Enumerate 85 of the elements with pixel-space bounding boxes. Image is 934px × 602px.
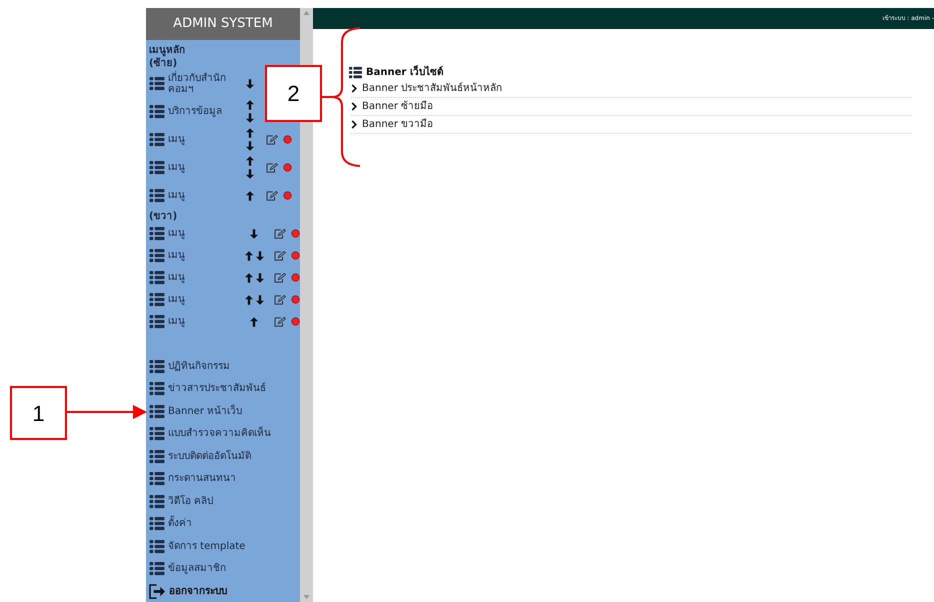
logout-icon[interactable]: [149, 584, 166, 599]
edit-icon[interactable]: [274, 294, 286, 305]
up-arrow-icon[interactable]: [250, 316, 258, 327]
menu-item[interactable]: เมนู: [168, 134, 238, 146]
menu-item[interactable]: กระดานสนทนา: [168, 471, 236, 486]
down-arrow-icon[interactable]: [246, 169, 254, 180]
list-icon: [149, 381, 165, 396]
menu-heading: เมนูหลัก: [148, 44, 186, 56]
menu-item[interactable]: ระบบติดต่ออัตโนมัติ: [168, 448, 251, 464]
menu-item[interactable]: ข้อมูลสมาชิก: [168, 561, 226, 576]
dot-icon[interactable]: [291, 273, 300, 282]
list-icon: [149, 76, 165, 92]
list-icon: [149, 292, 165, 308]
menu-item[interactable]: เมนู: [168, 250, 238, 262]
menu-item[interactable]: Banner หน้าเว็บ: [168, 404, 242, 419]
menu-item[interactable]: เมนู: [168, 190, 238, 202]
up-arrow-icon[interactable]: [244, 294, 252, 305]
list-icon: [149, 132, 165, 148]
down-arrow-icon[interactable]: [256, 272, 264, 283]
list-icon: [149, 270, 165, 286]
edit-icon[interactable]: [274, 228, 286, 239]
menu-item[interactable]: ปฏิทินกิจกรรม: [168, 358, 230, 374]
edit-icon[interactable]: [274, 272, 286, 283]
menu-item[interactable]: เมนู: [168, 294, 238, 306]
list-icon: [149, 104, 165, 120]
list-icon: [149, 426, 165, 442]
list-icon: [149, 404, 165, 419]
down-arrow-icon[interactable]: [256, 250, 264, 261]
up-arrow-icon[interactable]: [246, 190, 254, 201]
menu-item[interactable]: ตั้งค่า: [168, 516, 192, 532]
dot-icon[interactable]: [283, 163, 292, 172]
menu-item[interactable]: ข่าวสารประชาสัมพันธ์: [168, 381, 266, 396]
edit-icon[interactable]: [266, 190, 278, 201]
content-link[interactable]: Banner ประชาสัมพันธ์หน้าหลัก: [362, 81, 502, 96]
edit-icon[interactable]: [266, 134, 278, 145]
dot-icon[interactable]: [291, 251, 300, 260]
menu-item[interactable]: เมนู: [168, 272, 238, 284]
up-arrow-icon[interactable]: [246, 128, 254, 138]
up-arrow-icon[interactable]: [246, 100, 254, 110]
content-link[interactable]: Banner ซ้ายมือ: [362, 99, 434, 114]
edit-icon[interactable]: [274, 250, 286, 261]
logout-link[interactable]: ออกจากระบบ: [169, 584, 227, 599]
list-icon: [149, 448, 165, 464]
list-icon: [149, 248, 165, 264]
list-icon: [149, 160, 165, 176]
section-label: (ซ้าย): [148, 56, 178, 70]
content-title: Banner เว็บไซต์: [366, 64, 443, 80]
dot-icon[interactable]: [291, 317, 300, 326]
list-icon: [149, 561, 165, 576]
down-arrow-icon[interactable]: [246, 141, 254, 152]
dot-icon[interactable]: [283, 135, 292, 144]
down-arrow-icon[interactable]: [250, 228, 258, 239]
edit-icon[interactable]: [274, 316, 286, 327]
dot-icon[interactable]: [291, 295, 300, 304]
content-link[interactable]: Banner ขวามือ: [362, 117, 434, 132]
list-icon: [149, 314, 165, 330]
list-icon: [149, 226, 165, 242]
section-label: (ขวา): [148, 210, 178, 223]
menu-item[interactable]: เมนู: [168, 316, 238, 328]
down-arrow-icon[interactable]: [246, 113, 254, 124]
up-arrow-icon[interactable]: [246, 156, 254, 166]
list-icon: [149, 471, 165, 486]
down-arrow-icon[interactable]: [256, 294, 264, 305]
list-icon: [149, 538, 165, 554]
menu-item[interactable]: วิดีโอ คลิป: [168, 494, 214, 509]
dot-icon[interactable]: [291, 229, 300, 238]
menu-item[interactable]: เกี่ยวกับสำนัก คอมฯ: [168, 72, 238, 95]
list-icon: [149, 188, 165, 204]
down-arrow-icon[interactable]: [246, 78, 254, 89]
list-icon: [149, 516, 165, 532]
callout-number: 2: [287, 80, 300, 108]
menu-item[interactable]: เมนู: [168, 228, 238, 240]
list-icon: [149, 358, 165, 374]
up-arrow-icon[interactable]: [244, 272, 252, 283]
edit-icon[interactable]: [266, 162, 278, 173]
up-arrow-icon[interactable]: [244, 250, 252, 261]
menu-item[interactable]: แบบสำรวจความคิดเห็น: [168, 426, 271, 442]
menu-item[interactable]: บริการข้อมูล: [168, 106, 238, 118]
sidebar-title: ADMIN SYSTEM: [173, 15, 273, 34]
list-icon: [149, 494, 165, 509]
menu-item[interactable]: เมนู: [168, 162, 238, 174]
list-icon: [349, 66, 362, 78]
dot-icon[interactable]: [283, 191, 292, 200]
menu-item[interactable]: จัดการ template: [168, 538, 246, 554]
callout-number: 1: [32, 400, 45, 428]
